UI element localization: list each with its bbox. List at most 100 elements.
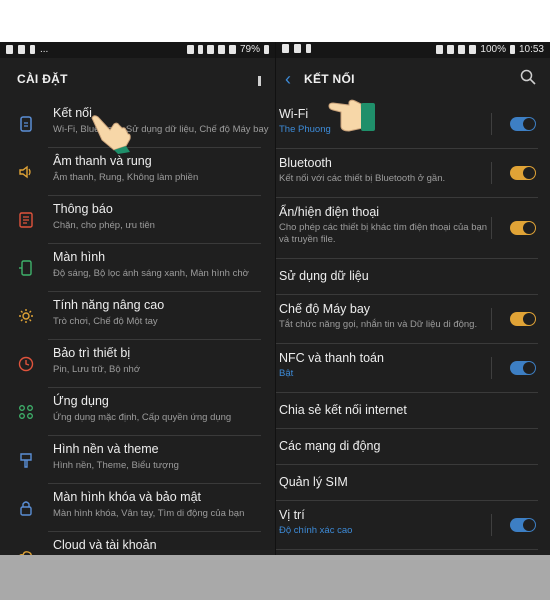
settings-item[interactable]: Thông báo Chặn, cho phép, ưu tiên [0, 196, 275, 244]
wallpapers-themes-icon [14, 448, 38, 472]
clock: 10:53 [518, 44, 544, 55]
settings-item-label: Ứng dụng [53, 394, 109, 408]
vertical-divider [491, 217, 492, 239]
settings-item[interactable]: Tính năng nâng cao Trò chơi, Chế độ Một t… [0, 292, 275, 340]
settings-item[interactable]: Kết nối Wi-Fi, Bluetooth, Sử dụng dữ liệu… [0, 100, 275, 148]
settings-item-label: Tính năng nâng cao [53, 298, 165, 312]
setting-summary: Độ chính xác cao [279, 525, 353, 536]
settings-item[interactable]: Màn hình khóa và bảo mật Màn hình khóa, V… [0, 484, 275, 532]
vertical-divider [491, 308, 492, 330]
pointing-hand-icon [328, 99, 375, 132]
settings-item-label: Màn hình khóa và bảo mật [53, 490, 202, 504]
image-icon [282, 44, 289, 53]
vertical-divider [491, 113, 492, 135]
connections-list: Wi-Fi The Phuong Bluetooth Kết nối với các … [276, 100, 550, 555]
connections-app-bar: ‹ KẾT NỐI [276, 58, 550, 100]
top-background [0, 0, 550, 42]
facebook-icon [30, 45, 35, 54]
setting-label: Sử dụng dữ liệu [279, 269, 369, 283]
connection-setting-row[interactable]: Chế độ Máy bay Tắt chức năng gọi, nhắn ti… [276, 295, 538, 344]
connection-setting-row[interactable]: Wi-Fi The Phuong [276, 100, 538, 149]
connection-setting-row[interactable]: Sử dụng dữ liệu [276, 259, 538, 295]
toggle-knob [523, 167, 535, 179]
connection-setting-row[interactable]: Cài đặt kết nối khác [276, 550, 538, 555]
notifications-icon [14, 208, 38, 232]
back-arrow-icon[interactable]: ‹ [278, 69, 298, 90]
settings-item-summary: Wi-Fi, Bluetooth, Sử dụng dữ liệu, Chế đ… [53, 124, 269, 135]
settings-app-bar: CÀI ĐẶT [0, 58, 275, 100]
settings-item-summary: Trò chơi, Chế độ Một tay [53, 316, 158, 327]
settings-item-summary: Hình nền, Theme, Biểu tượng [53, 460, 179, 471]
settings-item[interactable]: Màn hình Độ sáng, Bộ lọc ánh sáng xanh, M… [0, 244, 275, 292]
settings-item-label: Cloud và tài khoản [53, 538, 157, 552]
settings-item-summary: Pin, Lưu trữ, Bộ nhớ [53, 364, 141, 375]
settings-item[interactable]: Hình nền và theme Hình nền, Theme, Biểu t… [0, 436, 275, 484]
message-icon [294, 44, 301, 53]
settings-item-summary: Ứng dụng mặc định, Cấp quyền ứng dụng [53, 412, 232, 423]
toggle-switch[interactable] [510, 361, 536, 375]
bottom-background [0, 555, 550, 600]
battery-icon [264, 45, 269, 54]
page-title: KẾT NỐI [304, 72, 355, 86]
toggle-switch[interactable] [510, 518, 536, 532]
lock-screen-security-icon [14, 496, 38, 520]
setting-label: Các mạng di động [279, 439, 381, 453]
setting-label: Bluetooth [279, 156, 332, 170]
connection-setting-row[interactable]: NFC và thanh toán Bật [276, 344, 538, 393]
display-icon [14, 256, 38, 280]
settings-item-label: Bảo trì thiết bị [53, 346, 131, 360]
settings-item-label: Màn hình [53, 250, 106, 264]
settings-item[interactable]: Cloud và tài khoản [0, 532, 275, 555]
settings-item[interactable]: Ứng dụng Ứng dụng mặc định, Cấp quyền ứng… [0, 388, 275, 436]
advanced-features-icon [14, 304, 38, 328]
setting-label: Quản lý SIM [279, 475, 348, 489]
toggle-knob [523, 519, 535, 531]
settings-item[interactable]: Âm thanh và rung Âm thanh, Rung, Không là… [0, 148, 275, 196]
settings-item-summary: Chặn, cho phép, ưu tiên [53, 220, 155, 231]
connection-setting-row[interactable]: Ẩn/hiện điện thoại Cho phép các thiết bị … [276, 198, 538, 259]
battery-level: 100% [480, 44, 506, 55]
message-icon [18, 45, 25, 54]
setting-summary: Tắt chức năng gọi, nhắn tin và Dữ liệu d… [279, 319, 478, 330]
setting-summary: Kết nối với các thiết bị Bluetooth ở gần… [279, 173, 446, 184]
connection-setting-row[interactable]: Bluetooth Kết nối với các thiết bị Blueto… [276, 149, 538, 198]
overflow-menu-icon[interactable] [258, 76, 261, 86]
search-icon[interactable] [520, 69, 536, 85]
battery-icon [509, 45, 515, 54]
apps-icon [14, 400, 38, 424]
alarm-icon [186, 45, 194, 54]
signal-icon [469, 45, 477, 54]
page-title: CÀI ĐẶT [17, 72, 68, 86]
toggle-switch[interactable] [510, 166, 536, 180]
settings-item-summary: Màn hình khóa, Vân tay, Tìm di động của … [53, 508, 245, 519]
pointing-hand-icon [91, 115, 131, 154]
image-icon [6, 45, 13, 54]
setting-label: Chia sẻ kết nối internet [279, 403, 407, 417]
settings-list: Kết nối Wi-Fi, Bluetooth, Sử dụng dữ liệu… [0, 100, 275, 555]
setting-summary: The Phuong [279, 124, 331, 135]
toggle-switch[interactable] [510, 221, 536, 235]
cloud-accounts-icon [14, 544, 38, 555]
setting-label: Chế độ Máy bay [279, 302, 371, 316]
status-bar: ... 79% [0, 42, 275, 58]
more-dots-icon: ... [40, 44, 49, 55]
device-maintenance-icon [14, 352, 38, 376]
alarm-icon [436, 45, 444, 54]
toggle-switch[interactable] [510, 312, 536, 326]
toggle-switch[interactable] [510, 117, 536, 131]
toggle-knob [523, 362, 535, 374]
sound-icon [14, 160, 38, 184]
connection-setting-row[interactable]: Chia sẻ kết nối internet [276, 393, 538, 429]
settings-item-label: Kết nối [53, 106, 92, 120]
setting-label: Ẩn/hiện điện thoại [279, 205, 380, 219]
connection-setting-row[interactable]: Các mạng di động [276, 429, 538, 465]
connection-setting-row[interactable]: Quản lý SIM [276, 465, 538, 501]
vertical-divider [491, 514, 492, 536]
signal-icon [228, 45, 236, 54]
settings-item[interactable]: Bảo trì thiết bị Pin, Lưu trữ, Bộ nhớ [0, 340, 275, 388]
toggle-knob [523, 118, 535, 130]
battery-level: 79% [239, 44, 260, 55]
connections-panel: 100% 10:53 ‹ KẾT NỐI Wi-Fi The Phuong Blue… [275, 42, 550, 555]
connection-setting-row[interactable]: Vị trí Độ chính xác cao [276, 501, 538, 550]
wifi-icon [217, 45, 225, 54]
